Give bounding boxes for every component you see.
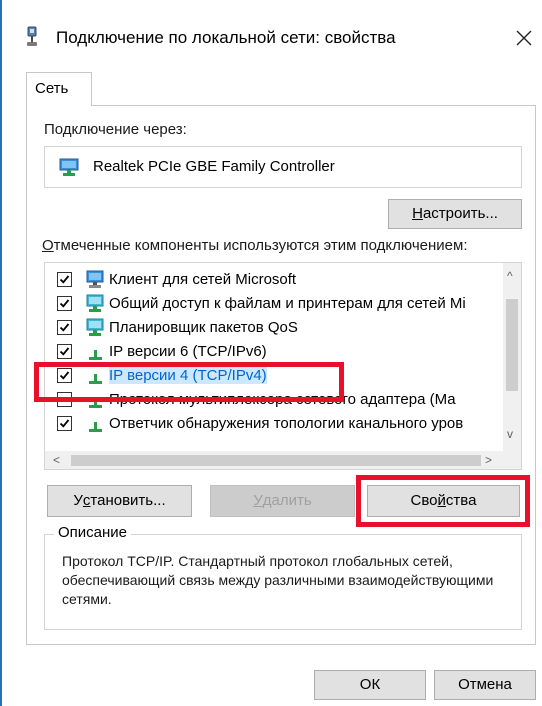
network-service-icon — [86, 318, 104, 336]
checkmark-icon — [59, 275, 70, 284]
checkbox[interactable] — [57, 272, 72, 287]
list-item-label: Ответчик обнаружения топологии канальног… — [109, 415, 464, 432]
protocol-icon — [89, 398, 102, 408]
description-text: Протокол TCP/IP. Стандартный протокол гл… — [62, 553, 494, 607]
list-item-file-printer-sharing[interactable]: Общий доступ к файлам и принтерам для се… — [45, 292, 505, 316]
configure-button-label: астроить... — [422, 205, 498, 222]
list-item-ipv4[interactable]: IP версии 4 (TCP/IPv4) — [45, 364, 505, 388]
network-connection-icon — [27, 26, 37, 46]
cancel-button[interactable]: Отмена — [434, 670, 536, 700]
list-item-label: Планировщик пакетов QoS — [109, 319, 298, 336]
network-adapter-icon — [59, 158, 79, 176]
list-item-qos-scheduler[interactable]: Планировщик пакетов QoS — [45, 316, 505, 340]
install-button-accel: с — [82, 492, 91, 509]
adapter-name: Realtek PCIe GBE Family Controller — [93, 158, 335, 175]
list-item-client-microsoft[interactable]: Клиент для сетей Microsoft — [45, 268, 505, 292]
description-title: Описание — [54, 524, 132, 541]
checkbox[interactable] — [57, 344, 72, 359]
connect-through-label: Подключение через: — [44, 121, 187, 138]
list-item-multiplexor[interactable]: Протокол мультиплексора сетевого адаптер… — [45, 388, 505, 412]
checkbox[interactable] — [57, 392, 72, 407]
install-button-pre: У — [73, 492, 83, 509]
checkmark-icon — [59, 323, 70, 332]
properties-button-label: ства — [445, 492, 477, 509]
checkmark-icon — [59, 299, 70, 308]
checkmark-icon — [59, 347, 70, 356]
install-button[interactable]: Установить... — [47, 485, 192, 517]
tab-network[interactable]: Сеть — [26, 72, 92, 106]
scroll-down-icon[interactable]: v — [507, 427, 513, 441]
components-list[interactable]: Клиент для сетей Microsoft Общий доступ … — [44, 262, 522, 470]
list-item-lltd-responder[interactable]: Ответчик обнаружения топологии канальног… — [45, 412, 505, 436]
properties-button-accel: й — [437, 492, 446, 509]
network-service-icon — [86, 294, 104, 312]
adapter-field: Realtek PCIe GBE Family Controller — [44, 146, 522, 188]
ok-button[interactable]: ОК — [314, 670, 426, 700]
scroll-left-icon[interactable]: < — [53, 453, 60, 467]
checkbox[interactable] — [57, 368, 72, 383]
list-item-label: Общий доступ к файлам и принтерам для се… — [109, 295, 466, 312]
list-item-ipv6[interactable]: IP версии 6 (TCP/IPv6) — [45, 340, 505, 364]
protocol-icon — [89, 422, 102, 432]
components-label-accel: О — [42, 237, 54, 254]
configure-button-accel: Н — [412, 205, 423, 222]
list-item-label: Клиент для сетей Microsoft — [109, 271, 297, 288]
properties-dialog: Подключение по локальной сети: свойства … — [0, 0, 542, 706]
configure-button[interactable]: Настроить... — [388, 199, 522, 229]
checkbox[interactable] — [57, 296, 72, 311]
remove-button[interactable]: Удалить — [210, 485, 355, 517]
network-client-icon — [86, 270, 104, 288]
checkbox[interactable] — [57, 320, 72, 335]
remove-button-label: далить — [262, 492, 312, 509]
list-item-label: IP версии 6 (TCP/IPv6) — [109, 343, 267, 360]
remove-button-accel: У — [253, 492, 263, 509]
horizontal-scroll-thumb[interactable] — [71, 455, 481, 466]
checkbox[interactable] — [57, 416, 72, 431]
checkmark-icon — [59, 371, 70, 380]
vertical-scroll-thumb[interactable] — [506, 299, 518, 391]
list-item-label: Протокол мультиплексора сетевого адаптер… — [109, 391, 456, 408]
close-icon — [516, 30, 532, 46]
tab-label: Сеть — [35, 80, 69, 97]
protocol-icon — [89, 350, 102, 360]
window-title: Подключение по локальной сети: свойства — [56, 28, 396, 47]
components-label-text: тмеченные компоненты используются этим п… — [53, 237, 468, 254]
close-button[interactable] — [506, 20, 542, 56]
components-label: Отмеченные компоненты используются этим … — [42, 237, 467, 254]
properties-button-pre: Сво — [410, 492, 438, 509]
properties-button[interactable]: Свойства — [367, 485, 520, 517]
install-button-label: тановить... — [90, 492, 166, 509]
checkmark-icon — [59, 419, 70, 428]
list-item-label: IP версии 4 (TCP/IPv4) — [109, 367, 267, 384]
scroll-up-icon[interactable]: ^ — [507, 269, 513, 283]
protocol-icon — [89, 374, 102, 384]
scroll-right-icon[interactable]: > — [485, 453, 492, 467]
title-bar: Подключение по локальной сети: свойства — [2, 0, 542, 62]
